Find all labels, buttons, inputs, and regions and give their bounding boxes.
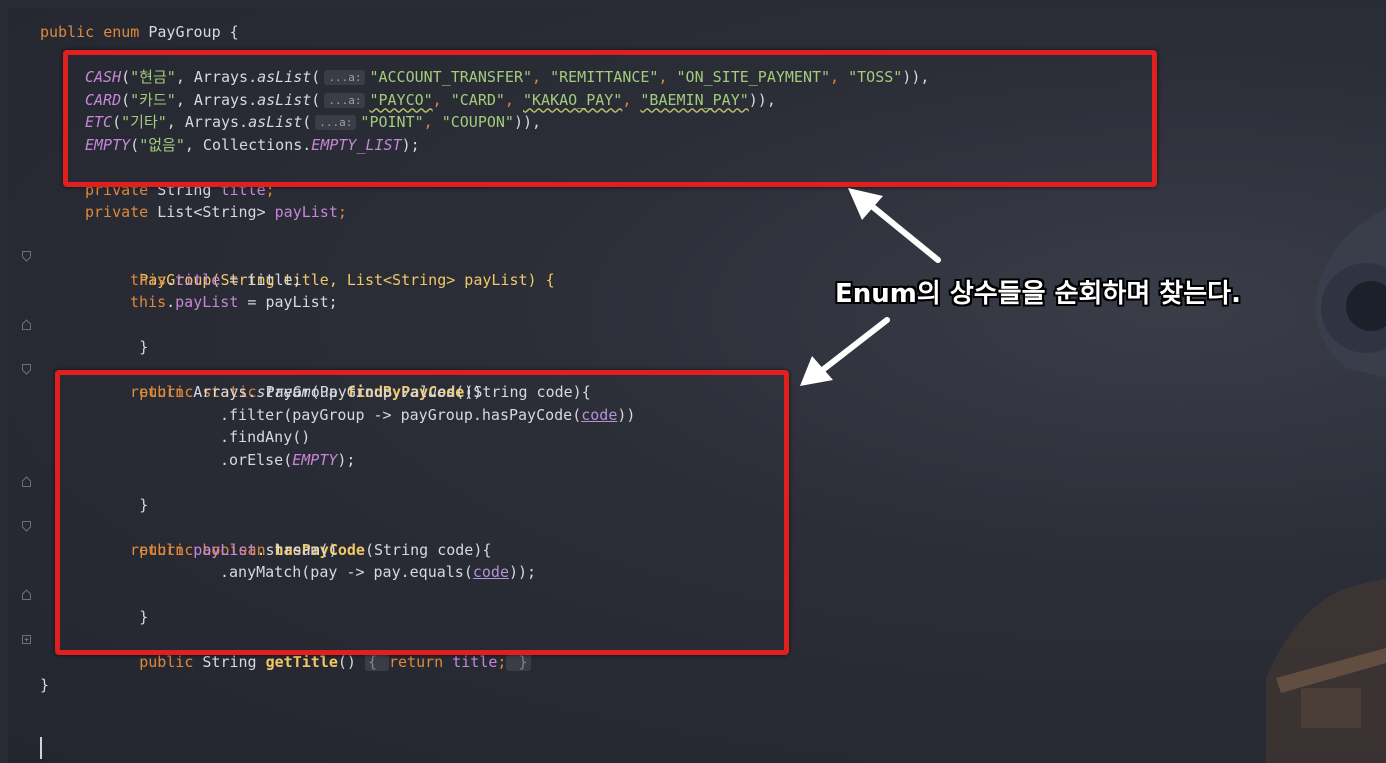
- field-name: payList: [274, 203, 338, 221]
- highlight-box-methods: [55, 370, 789, 655]
- code-text: = title;: [220, 270, 302, 289]
- text-caret: [40, 737, 42, 759]
- code-editor[interactable]: public enum PayGroup { CASH("현금", Arrays…: [8, 8, 1386, 763]
- code-line: private List<String> payList;: [8, 201, 1386, 224]
- code-line: }: [8, 674, 1386, 697]
- code-line: public enum PayGroup {: [8, 21, 1386, 44]
- dot: .: [166, 270, 176, 289]
- keyword: private: [85, 203, 149, 221]
- brace: }: [40, 675, 50, 694]
- fold-collapse-icon[interactable]: [22, 521, 31, 532]
- code-text: = payList;: [238, 293, 338, 311]
- field-name: payList: [175, 293, 239, 311]
- enum-name: PayGroup {: [148, 23, 239, 41]
- type-name: List<String>: [148, 203, 275, 221]
- fold-end-icon[interactable]: [22, 588, 31, 600]
- annotation-callout: Enum의 상수들을 순회하며 찾는다.: [835, 279, 1241, 309]
- fold-collapse-icon[interactable]: [22, 251, 31, 262]
- keyword: public: [40, 23, 95, 41]
- code-line: }: [8, 314, 1386, 356]
- highlight-box-enum-constants: [63, 50, 1157, 187]
- fold-expand-icon[interactable]: [22, 634, 31, 645]
- keyword: this: [130, 270, 167, 289]
- fold-end-icon[interactable]: [22, 476, 31, 487]
- keyword: enum: [94, 23, 149, 41]
- fold-collapse-icon[interactable]: [22, 363, 31, 375]
- dot: .: [166, 293, 176, 311]
- fold-end-icon[interactable]: [22, 318, 31, 330]
- semicolon: ;: [337, 203, 347, 221]
- field-name: title: [175, 270, 221, 289]
- keyword: this: [130, 293, 167, 311]
- code-line: PayGroup(String title, List<String> payL…: [8, 246, 1386, 289]
